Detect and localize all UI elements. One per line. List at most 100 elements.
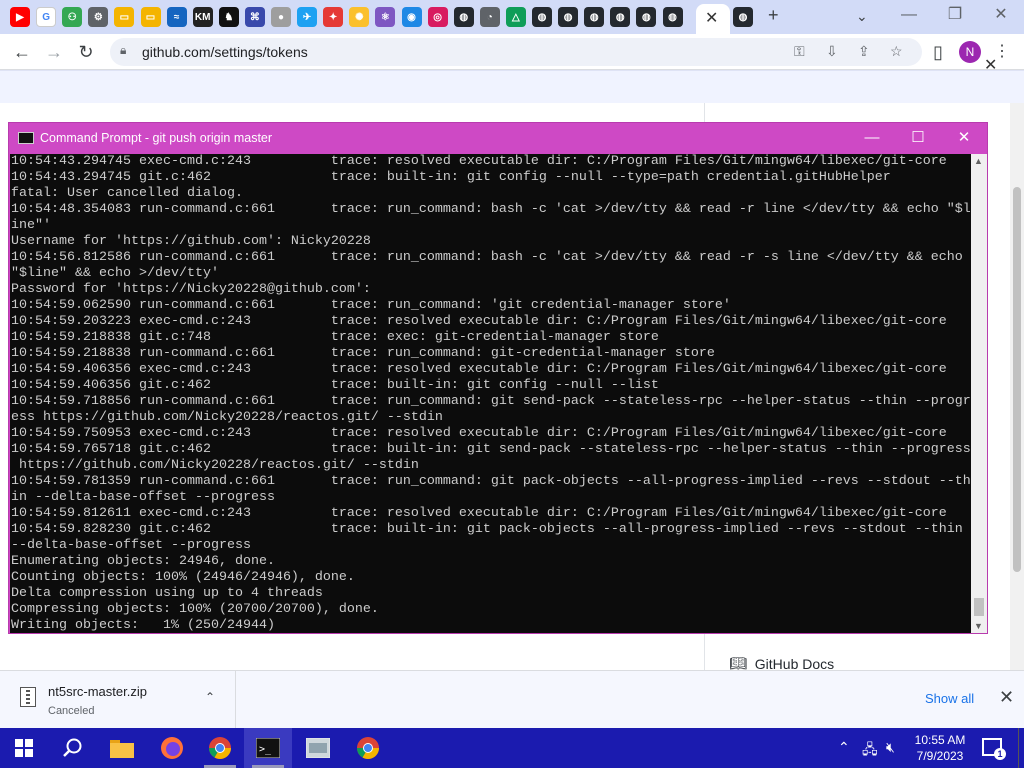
clock-time[interactable]: 10:55 AM xyxy=(912,733,968,747)
tab-green-app-icon[interactable]: ⚇ xyxy=(62,7,83,27)
tab-github-1-icon[interactable]: ◍ xyxy=(453,7,474,27)
page-dialog-close-icon[interactable]: ✕ xyxy=(984,55,997,75)
back-icon[interactable]: ← xyxy=(10,40,34,64)
search-button[interactable] xyxy=(48,728,96,768)
show-all-button[interactable]: Show all xyxy=(925,691,974,706)
console-line: 10:54:59.828230 git.c:462 trace: built-i… xyxy=(11,522,963,537)
console-line: 10:54:59.218838 run-command.c:661 trace:… xyxy=(11,346,715,361)
profile-avatar[interactable]: N xyxy=(959,41,981,63)
volume-muted-icon[interactable]: 🔇︎ xyxy=(886,739,895,756)
scroll-up-icon[interactable]: ▲ xyxy=(974,156,983,166)
tab-drive-icon[interactable]: △ xyxy=(505,7,526,27)
tab-folder-2-icon[interactable]: ▭ xyxy=(140,7,161,27)
side-panel-icon[interactable]: ▯ xyxy=(926,40,950,64)
tab-youtube-icon[interactable]: ▶ xyxy=(10,7,30,27)
tab-react-app-icon[interactable]: ⚛ xyxy=(375,7,396,27)
cmd-close-button[interactable]: ✕ xyxy=(944,127,984,149)
tab-github-3-icon[interactable]: ◍ xyxy=(558,7,579,27)
svg-text:>_: >_ xyxy=(259,744,272,755)
cmd-scrollbar[interactable]: ▲ ▼ xyxy=(971,154,987,633)
browser-minimize-button[interactable]: — xyxy=(886,4,932,28)
tab-close-icon[interactable]: ✕ xyxy=(705,8,718,28)
start-button[interactable] xyxy=(0,728,48,768)
notification-icon[interactable]: 1 xyxy=(982,738,1006,760)
chrome-alt-taskbar-button[interactable] xyxy=(344,728,392,768)
console-line: 10:54:59.062590 run-command.c:661 trace:… xyxy=(11,298,731,313)
download-item[interactable]: nt5src-master.zip Canceled ⌃ xyxy=(0,671,236,729)
tab-twitter-icon[interactable]: ✈ xyxy=(297,7,318,27)
key-icon[interactable]: ⚿ xyxy=(794,43,805,60)
browser-restore-button[interactable]: ❐ xyxy=(932,4,978,28)
tab-search-icon[interactable]: ⌄ xyxy=(856,8,868,25)
tab-github-4-icon[interactable]: ◍ xyxy=(584,7,605,27)
cmd-minimize-button[interactable]: — xyxy=(852,127,892,149)
download-filename[interactable]: nt5src-master.zip xyxy=(48,684,147,699)
cmd-taskbar-button[interactable]: >_ xyxy=(244,728,292,768)
console-line: 10:54:56.812586 run-command.c:661 trace:… xyxy=(11,250,963,265)
tab-sonic-app-icon[interactable]: ◉ xyxy=(401,7,422,27)
address-bar[interactable]: 🔒︎ github.com/settings/tokens ⚿ ⇩ ⇪ ☆ xyxy=(110,38,922,66)
console-line: fatal: User cancelled dialog. xyxy=(11,186,243,201)
firefox-icon xyxy=(161,737,183,759)
tab-instagram-icon[interactable]: ◎ xyxy=(427,7,448,27)
command-prompt-window[interactable]: Command Prompt - git push origin master … xyxy=(8,122,988,634)
tab-google-icon[interactable]: G xyxy=(36,7,57,27)
clock-date[interactable]: 7/9/2023 xyxy=(912,749,968,763)
share-icon[interactable]: ⇪ xyxy=(858,43,870,60)
chrome-taskbar-button[interactable] xyxy=(196,728,244,768)
notification-count: 1 xyxy=(994,748,1006,760)
tab-diagram-app-icon[interactable]: ⌘ xyxy=(244,7,265,27)
tab-lightbulb-icon[interactable]: ✺ xyxy=(349,7,370,27)
cmd-maximize-button[interactable]: ☐ xyxy=(898,127,938,149)
page-scrollbar-thumb[interactable] xyxy=(1013,187,1021,572)
console-line: 10:54:43.294745 git.c:462 trace: built-i… xyxy=(11,170,891,185)
console-output[interactable]: 10:54:43.294745 exec-cmd.c:243 trace: re… xyxy=(10,154,971,633)
console-line: 10:54:59.218838 git.c:748 trace: exec: g… xyxy=(11,330,659,345)
tray-overflow-icon[interactable]: ⌃ xyxy=(838,739,850,756)
console-line: 10:54:59.406356 exec-cmd.c:243 trace: re… xyxy=(11,362,947,377)
install-icon[interactable]: ⇩ xyxy=(826,43,838,60)
tab-settings-icon[interactable]: ⚙ xyxy=(88,7,109,27)
tab-folder-icon[interactable]: ▭ xyxy=(114,7,135,27)
file-explorer-button[interactable] xyxy=(98,728,146,768)
lock-icon[interactable]: 🔒︎ xyxy=(120,43,126,58)
console-line: Password for 'https://Nicky20228@github.… xyxy=(11,282,371,297)
tab-chess-app-icon[interactable]: ♞ xyxy=(218,7,239,27)
close-download-shelf-icon[interactable]: ✕ xyxy=(999,687,1014,708)
url-text[interactable]: github.com/settings/tokens xyxy=(142,44,308,60)
console-line: 10:54:59.781359 run-command.c:661 trace:… xyxy=(11,474,971,489)
page-scrollbar[interactable] xyxy=(1010,103,1024,670)
firefox-button[interactable] xyxy=(148,728,196,768)
console-line: 10:54:59.750953 exec-cmd.c:243 trace: re… xyxy=(11,426,947,441)
tab-blue-app-icon[interactable]: ≈ xyxy=(166,7,187,27)
chevron-up-icon[interactable]: ⌃ xyxy=(205,690,215,704)
tab-km-app-icon[interactable]: KM xyxy=(192,7,213,27)
tab-github-8-icon[interactable]: ◍ xyxy=(733,7,753,27)
tab-mixed-app-icon[interactable]: ✦ xyxy=(323,7,344,27)
bookmark-star-icon[interactable]: ☆ xyxy=(890,43,903,60)
active-tab[interactable]: ✕ xyxy=(696,4,730,34)
window-app-icon xyxy=(306,738,330,758)
show-desktop-button[interactable] xyxy=(1018,728,1024,768)
tab-github-7-icon[interactable]: ◍ xyxy=(662,7,683,27)
forward-icon[interactable]: → xyxy=(42,40,66,64)
console-line: --delta-base-offset --progress xyxy=(11,538,251,553)
tab-github-2-icon[interactable]: ◍ xyxy=(532,7,552,27)
cmd-title-bar[interactable]: Command Prompt - git push origin master … xyxy=(9,123,987,153)
tab-circle-app-icon[interactable]: ● xyxy=(271,7,291,27)
terminal-icon: >_ xyxy=(256,738,280,758)
browser-toolbar: ← → ↻ 🔒︎ github.com/settings/tokens ⚿ ⇩ … xyxy=(0,34,1024,70)
new-tab-icon[interactable]: + xyxy=(768,5,779,26)
browser-close-button[interactable]: ✕ xyxy=(978,4,1024,28)
tab-github-6-icon[interactable]: ◍ xyxy=(636,7,657,27)
network-icon[interactable]: 🖧︎ xyxy=(862,739,878,763)
console-line: Counting objects: 100% (24946/24946), do… xyxy=(11,570,355,585)
app-taskbar-button[interactable] xyxy=(294,728,342,768)
reload-icon[interactable]: ↻ xyxy=(74,40,98,64)
zip-file-icon xyxy=(20,687,36,707)
tab-chromium-icon[interactable]: ◔ xyxy=(479,7,500,27)
console-line: 10:54:59.406356 git.c:462 trace: built-i… xyxy=(11,378,659,393)
scroll-down-icon[interactable]: ▼ xyxy=(974,621,983,631)
tab-github-5-icon[interactable]: ◍ xyxy=(610,7,631,27)
cmd-scrollbar-thumb[interactable] xyxy=(974,598,984,616)
